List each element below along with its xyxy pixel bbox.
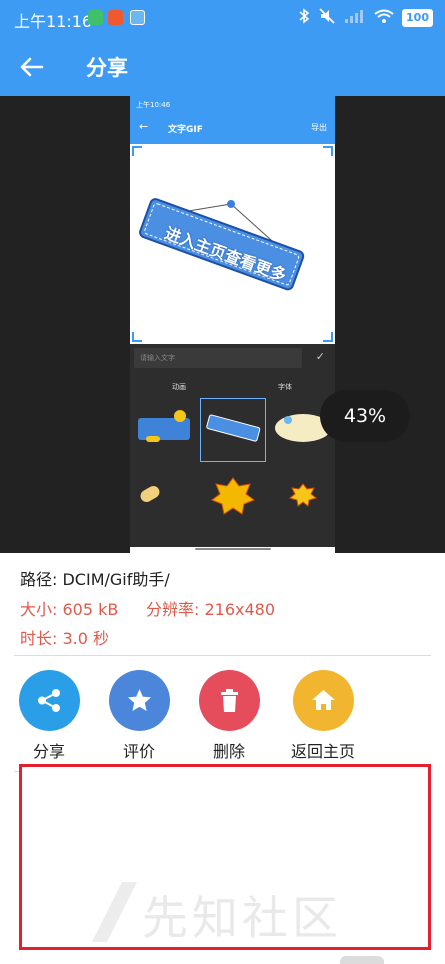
preview-sticker-cell — [270, 464, 335, 528]
file-size: 大小: 605 kB — [20, 600, 119, 619]
trash-icon — [221, 689, 238, 712]
home-button[interactable]: 返回主页 — [278, 670, 368, 765]
preview-sticker-cell-selected — [200, 398, 266, 462]
share-icon — [38, 689, 60, 712]
preview-sticker-grid — [130, 398, 335, 553]
delete-button[interactable]: 删除 — [184, 670, 274, 765]
preview-sticker-cell — [132, 464, 198, 528]
app-bar: 分享 — [0, 38, 445, 96]
preview-export: 导出 — [311, 123, 327, 132]
delete-label: 删除 — [212, 742, 245, 761]
video-icon — [108, 10, 123, 25]
preview-home-indicator — [195, 548, 271, 550]
share-button[interactable]: 分享 — [4, 670, 94, 765]
preview-sticker-cell — [200, 464, 266, 528]
highlighted-empty-area: 先知社区 — [19, 764, 431, 950]
app-icon — [130, 10, 145, 25]
bottom-handle[interactable] — [340, 956, 384, 964]
back-button[interactable] — [14, 50, 50, 84]
bluetooth-icon — [298, 8, 310, 28]
signal-icon — [344, 9, 366, 27]
preview-tabs: 动画 字体 — [130, 378, 335, 398]
status-bar: 上午11:16 100 — [0, 0, 445, 38]
gif-preview-frame: 上午10:46 ← 文字GIF 导出 进入主页查看更多 请输入文字 ✓ 动画 字… — [130, 96, 335, 553]
preview-app-bar: ← 文字GIF 导出 — [130, 112, 335, 144]
mute-icon — [318, 8, 336, 28]
status-time: 上午11:16 — [14, 12, 93, 31]
wifi-icon — [374, 9, 394, 28]
gif-preview: 上午10:46 ← 文字GIF 导出 进入主页查看更多 请输入文字 ✓ 动画 字… — [0, 96, 445, 553]
progress-percent-badge: 43% — [320, 390, 410, 442]
arrow-left-icon — [20, 57, 44, 77]
file-duration: 时长: 3.0 秒 — [20, 629, 110, 648]
share-label: 分享 — [32, 742, 65, 761]
file-resolution: 分辨率: 216x480 — [146, 600, 276, 619]
page-title: 分享 — [86, 56, 128, 80]
preview-tab-font: 字体 — [278, 383, 292, 391]
rate-button[interactable]: 评价 — [94, 670, 184, 765]
watermark-text: 先知社区 — [142, 891, 342, 945]
home-label: 返回主页 — [290, 742, 355, 761]
app-notification-icon — [88, 10, 103, 25]
preview-back-icon: ← — [139, 120, 149, 133]
preview-tab-animation: 动画 — [172, 383, 186, 391]
watermark-logo-icon — [92, 882, 137, 942]
preview-title: 文字GIF — [168, 125, 203, 135]
star-icon — [128, 689, 151, 711]
preview-check-icon: ✓ — [315, 350, 325, 363]
preview-sticker-cell — [132, 398, 198, 462]
preview-time: 上午10:46 — [136, 101, 171, 109]
preview-text-input: 请输入文字 — [134, 348, 302, 368]
battery-icon: 100 — [402, 9, 433, 27]
rate-label: 评价 — [122, 742, 155, 761]
home-icon — [312, 690, 335, 710]
preview-canvas: 进入主页查看更多 — [130, 144, 335, 344]
file-path: 路径: DCIM/Gif助手/ — [20, 570, 170, 589]
divider — [14, 655, 431, 656]
preview-status-bar: 上午10:46 — [130, 96, 335, 112]
